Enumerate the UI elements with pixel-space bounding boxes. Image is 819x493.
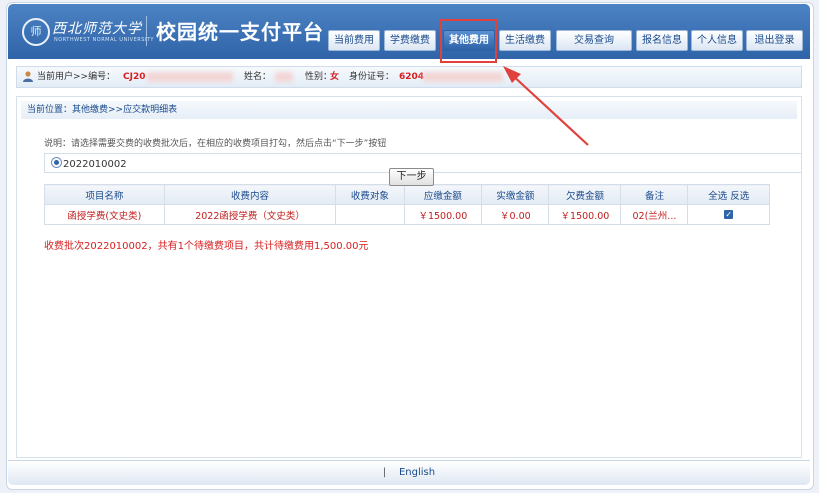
cell-amount-owed: ￥1500.00 — [548, 204, 622, 225]
nav-logout[interactable]: 退出登录 — [746, 30, 803, 51]
row-checkbox[interactable]: ✓ — [724, 210, 734, 219]
gender-label: 性别： — [305, 72, 333, 82]
next-step-button[interactable]: 下一步 — [389, 168, 434, 186]
university-name: 西北师范大学 — [52, 21, 142, 37]
user-info-bar: 当前用户>>编号： CJ20 姓名： 性别： 女 身份证号： 6204 — [16, 66, 802, 88]
batch-radio[interactable] — [51, 157, 62, 168]
footer: | English — [8, 460, 810, 485]
nav-current-fees[interactable]: 当前费用 — [328, 30, 380, 51]
table-header-row: 项目名称 收费内容 收费对象 应缴金额 实缴金额 欠费金额 备注 全选 反选 — [44, 184, 770, 205]
cell-fee-target — [335, 204, 405, 225]
nav-registration-info[interactable]: 报名信息 — [636, 30, 688, 51]
nav-tuition-payment[interactable]: 学费缴费 — [384, 30, 436, 51]
payment-summary: 收费批次2022010002，共有1个待缴费项目，共计待缴费用1,500.00元 — [44, 241, 369, 252]
col-select-all[interactable]: 全选 反选 — [687, 184, 770, 205]
language-switch-english[interactable]: English — [399, 467, 435, 478]
col-amount-paid: 实缴金额 — [481, 184, 550, 205]
user-id-label: 当前用户>>编号： — [37, 72, 116, 82]
col-fee-content: 收费内容 — [163, 184, 337, 205]
cell-item-name: 函授学费(文史类) — [44, 204, 165, 225]
col-amount-due: 应缴金额 — [403, 184, 483, 205]
cell-amount-paid: ￥0.00 — [481, 204, 550, 225]
university-name-en: NORTHWEST NORMAL UNIVERSITY — [54, 37, 154, 43]
user-icon — [23, 71, 33, 82]
logo-divider — [146, 16, 147, 46]
nav-living-payment[interactable]: 生活缴费 — [499, 30, 551, 51]
fee-table: 项目名称 收费内容 收费对象 应缴金额 实缴金额 欠费金额 备注 全选 反选 函… — [44, 184, 770, 225]
main-content: 当前位置：其他缴费>>应交款明细表 — [16, 96, 802, 458]
cell-fee-content: 2022函授学费（文史类） — [163, 204, 337, 225]
annotation-highlight-box — [440, 19, 497, 63]
user-id-redacted — [147, 67, 233, 87]
university-seal-logo: 师 — [22, 18, 50, 46]
breadcrumb: 当前位置：其他缴费>>应交款明细表 — [21, 101, 797, 119]
instruction-text: 说明：请选择需要交费的收费批次后，在相应的收费项目打勾，然后点击“下一步”按钮 — [44, 139, 387, 149]
col-item-name: 项目名称 — [44, 184, 165, 205]
user-name-redacted — [275, 67, 293, 87]
cell-select: ✓ — [687, 204, 770, 225]
col-remark: 备注 — [620, 184, 689, 205]
system-title: 校园统一支付平台 — [156, 20, 324, 44]
cell-amount-due: ￥1500.00 — [403, 204, 483, 225]
nav-personal-info[interactable]: 个人信息 — [691, 30, 743, 51]
id-card-label: 身份证号： — [349, 72, 395, 82]
cell-remark: 02(兰州... — [620, 204, 689, 225]
col-fee-target: 收费对象 — [335, 184, 405, 205]
table-row: 函授学费(文史类) 2022函授学费（文史类） ￥1500.00 ￥0.00 ￥… — [44, 204, 770, 225]
user-name-label: 姓名： — [244, 72, 272, 82]
id-card-redacted — [423, 67, 503, 87]
col-amount-owed: 欠费金额 — [548, 184, 622, 205]
batch-id: 2022010002 — [63, 159, 127, 170]
nav-transaction-query[interactable]: 交易查询 — [556, 30, 632, 51]
id-card-value: 6204 — [399, 72, 425, 82]
user-id-value: CJ20 — [123, 72, 146, 82]
footer-separator: | — [382, 467, 387, 478]
gender-value: 女 — [330, 72, 340, 82]
